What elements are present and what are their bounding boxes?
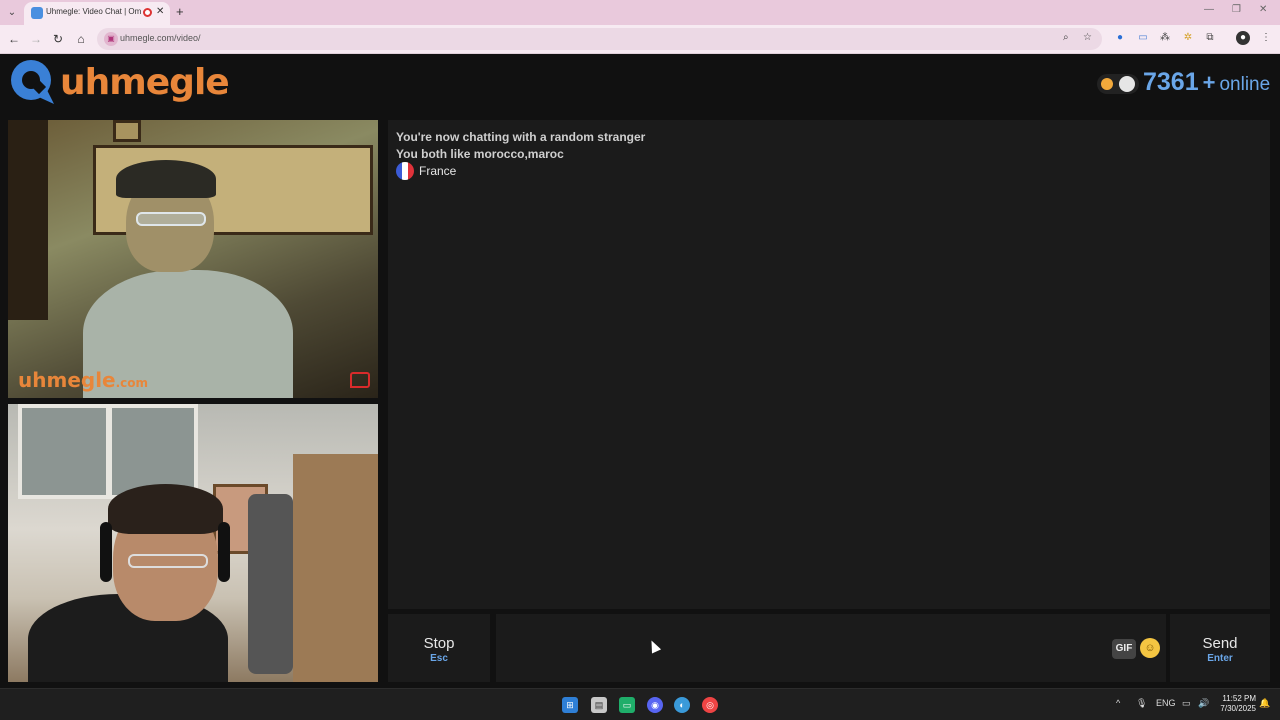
self-video: [8, 404, 378, 682]
tab-close-icon[interactable]: ✕: [156, 6, 164, 17]
new-tab-button[interactable]: +: [176, 4, 184, 20]
microphone-icon[interactable]: 🎙: [1136, 698, 1147, 709]
stop-button[interactable]: Stop Esc: [388, 614, 490, 682]
tab-search-icon[interactable]: ⌄: [4, 5, 20, 21]
online-counter: 7361 + online: [1143, 68, 1270, 97]
chat-app-icon[interactable]: ▭: [619, 697, 635, 713]
send-label: Send: [1202, 635, 1238, 652]
send-button[interactable]: Send Enter: [1170, 614, 1270, 682]
chat-log[interactable]: You're now chatting with a random strang…: [388, 120, 1270, 609]
chrome-icon[interactable]: ◎: [702, 697, 718, 713]
tab-title: Uhmegle: Video Chat | Omegle: [46, 7, 141, 16]
close-window-button[interactable]: ✕: [1259, 4, 1267, 15]
browser-menu-icon[interactable]: ⋮: [1259, 31, 1273, 45]
extensions-puzzle-icon[interactable]: ⧉: [1203, 31, 1217, 45]
wall-frame-small-image: [113, 120, 141, 142]
home-icon[interactable]: ⌂: [73, 31, 89, 47]
stop-shortcut: Esc: [430, 653, 448, 664]
windows-taskbar: ⊞ ▤ ▭ ◉ ◐ ◎ ^ 🎙 ENG ▭ 🔊 11:52 PM 7/30/20…: [0, 688, 1280, 720]
extension-dots-icon[interactable]: ⁂: [1158, 31, 1172, 45]
sun-icon: [1101, 78, 1113, 90]
system-message: You both like morocco,maroc: [396, 147, 564, 161]
maximize-button[interactable]: ❐: [1232, 4, 1241, 15]
logo-chat-bubble-icon: [11, 60, 54, 104]
online-label: online: [1219, 74, 1271, 95]
message-input[interactable]: GIF ☺: [496, 614, 1166, 682]
url-text: uhmegle.com/video/: [120, 33, 201, 43]
headphone-left-shape: [100, 522, 112, 582]
stop-label: Stop: [423, 635, 455, 652]
watermark-suffix: .com: [115, 376, 149, 390]
forward-arrow-icon[interactable]: →: [28, 31, 44, 47]
toggle-knob: [1119, 76, 1135, 92]
stranger-cap-shape: [116, 160, 216, 198]
back-arrow-icon[interactable]: ←: [6, 31, 22, 47]
chair-shape: [248, 494, 293, 674]
dark-shadow-shape: [8, 120, 48, 320]
language-indicator[interactable]: ENG: [1156, 698, 1176, 708]
stranger-video: uhmegle.com: [8, 120, 378, 398]
send-shortcut: Enter: [1207, 653, 1233, 664]
watermark-text: uhmegle: [18, 368, 116, 392]
bookmark-star-icon[interactable]: ☆: [1083, 32, 1092, 43]
online-count: 7361: [1143, 68, 1199, 96]
logo-wordmark: uhmegle: [60, 62, 230, 103]
camera-permission-icon[interactable]: ▣: [104, 32, 118, 46]
stranger-glasses-shape: [136, 212, 206, 226]
gif-button[interactable]: GIF: [1112, 639, 1136, 659]
uhmegle-watermark: uhmegle.com: [18, 368, 148, 392]
france-flag-icon: [396, 162, 414, 180]
self-hair-shape: [108, 484, 223, 534]
browser-tab-bar: ⌄ Uhmegle: Video Chat | Omegle ✕ + — ❐ ✕: [0, 0, 1280, 25]
browser-tab[interactable]: Uhmegle: Video Chat | Omegle ✕: [24, 2, 170, 25]
extension-gear-icon[interactable]: ✲: [1181, 31, 1195, 45]
self-glasses-shape: [128, 554, 208, 568]
clock-date: 7/30/2025: [1220, 704, 1256, 713]
window-divider-shape: [106, 404, 112, 499]
extension-screen-icon[interactable]: ▭: [1136, 31, 1150, 45]
country-name: France: [419, 164, 457, 178]
notification-bell-icon[interactable]: 🔔: [1259, 698, 1270, 709]
system-clock[interactable]: 11:52 PM 7/30/2025: [1212, 694, 1256, 714]
wooden-door-shape: [293, 454, 378, 682]
site-favicon-icon: [31, 7, 43, 19]
online-plus: +: [1202, 70, 1216, 95]
tray-overflow-icon[interactable]: ^: [1116, 698, 1120, 708]
theme-toggle[interactable]: [1097, 74, 1139, 94]
discord-icon[interactable]: ◉: [647, 697, 663, 713]
address-bar[interactable]: ▣ uhmegle.com/video/ ⌕ ☆: [97, 28, 1102, 50]
minimize-button[interactable]: —: [1204, 4, 1214, 15]
uhmegle-page: uhmegle 7361+online uhmegle.com You're: [0, 54, 1280, 688]
volume-icon[interactable]: 🔊: [1198, 698, 1209, 709]
recording-indicator-icon: [143, 8, 152, 17]
clock-time: 11:52 PM: [1222, 694, 1256, 703]
headphone-right-shape: [218, 522, 230, 582]
browser-toolbar: ← → ↻ ⌂ ▣ uhmegle.com/video/ ⌕ ☆ ● ▭ ⁂ ✲…: [0, 25, 1280, 54]
system-message: You're now chatting with a random strang…: [396, 130, 646, 144]
profile-avatar-icon[interactable]: ●: [1236, 31, 1250, 45]
zoom-icon[interactable]: ⌕: [1063, 32, 1069, 43]
extension-blue-icon[interactable]: ●: [1113, 31, 1127, 45]
reload-icon[interactable]: ↻: [50, 31, 66, 47]
store-icon[interactable]: ▤: [591, 697, 607, 713]
emoji-icon[interactable]: ☺: [1140, 638, 1160, 658]
edge-icon[interactable]: ◐: [674, 697, 690, 713]
network-icon[interactable]: ▭: [1182, 698, 1191, 709]
report-flag-icon[interactable]: [350, 372, 370, 388]
windows-start-icon[interactable]: ⊞: [562, 697, 578, 713]
